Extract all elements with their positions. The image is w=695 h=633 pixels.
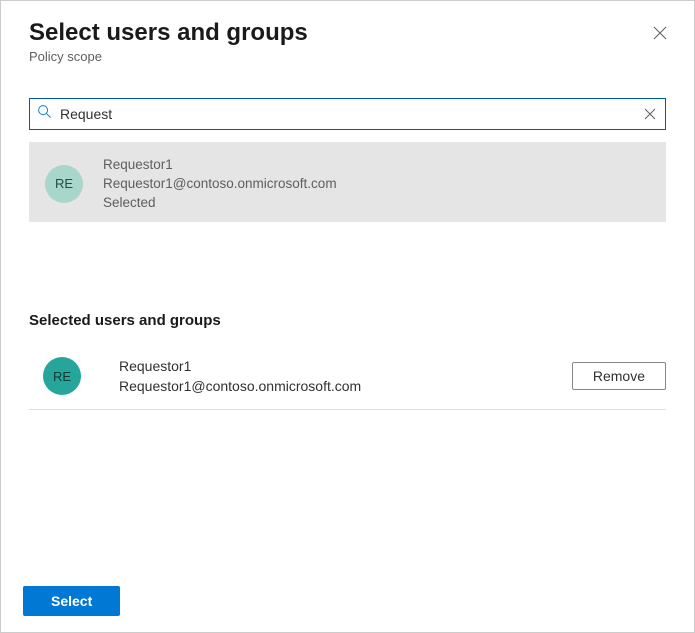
- result-name: Requestor1: [103, 157, 337, 172]
- select-button[interactable]: Select: [23, 586, 120, 616]
- clear-icon: [644, 108, 656, 120]
- close-button[interactable]: [650, 23, 670, 43]
- close-icon: [653, 26, 667, 40]
- panel-title: Select users and groups: [29, 19, 666, 47]
- selected-name: Requestor1: [119, 358, 572, 374]
- clear-search-button[interactable]: [640, 104, 660, 124]
- search-result-item[interactable]: RE Requestor1 Requestor1@contoso.onmicro…: [29, 142, 666, 222]
- result-status: Selected: [103, 195, 337, 210]
- panel-header: Select users and groups Policy scope: [1, 1, 694, 78]
- selected-email: Requestor1@contoso.onmicrosoft.com: [119, 378, 572, 394]
- avatar: RE: [45, 165, 83, 203]
- panel-body: RE Requestor1 Requestor1@contoso.onmicro…: [1, 78, 694, 570]
- remove-button[interactable]: Remove: [572, 362, 666, 390]
- search-box: [29, 98, 666, 130]
- result-email: Requestor1@contoso.onmicrosoft.com: [103, 176, 337, 191]
- search-input[interactable]: [29, 98, 666, 130]
- result-text: Requestor1 Requestor1@contoso.onmicrosof…: [103, 157, 337, 210]
- select-users-panel: Select users and groups Policy scope RE …: [0, 0, 695, 633]
- avatar: RE: [43, 357, 81, 395]
- panel-subtitle: Policy scope: [29, 49, 666, 64]
- selected-heading: Selected users and groups: [29, 312, 666, 329]
- panel-footer: Select: [1, 570, 694, 632]
- selected-user-row: RE Requestor1 Requestor1@contoso.onmicro…: [29, 347, 666, 410]
- selected-text: Requestor1 Requestor1@contoso.onmicrosof…: [119, 358, 572, 394]
